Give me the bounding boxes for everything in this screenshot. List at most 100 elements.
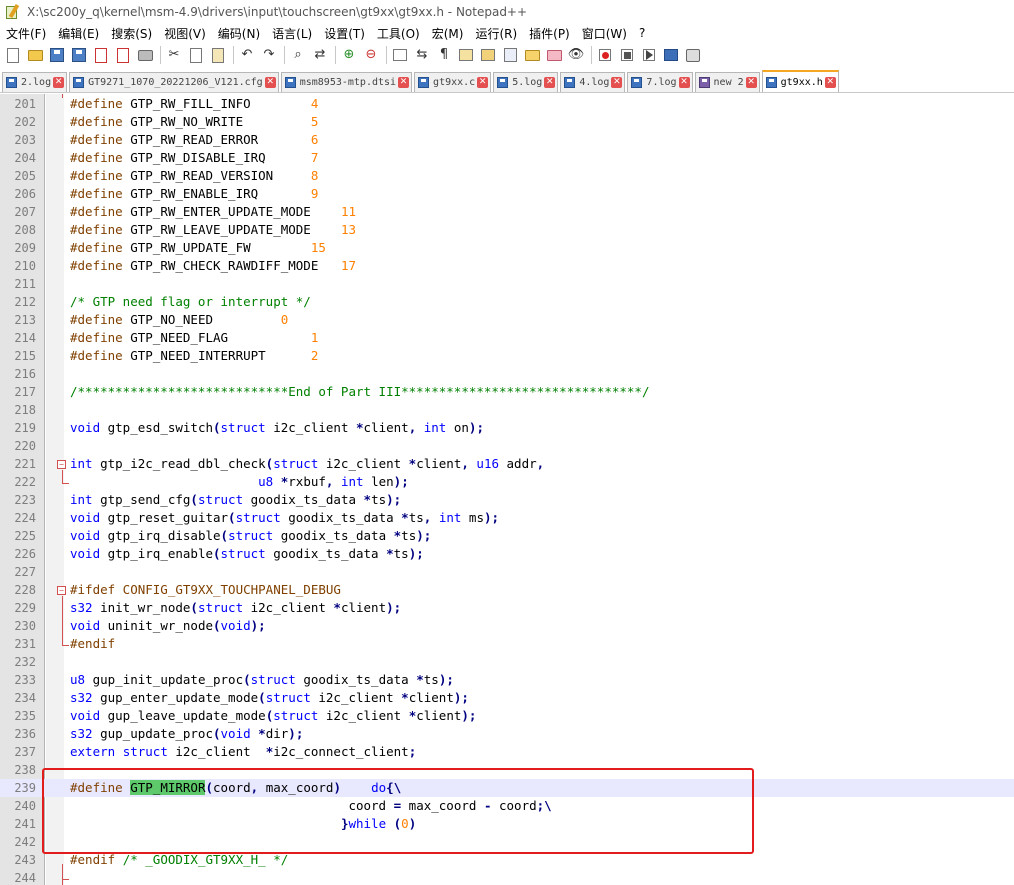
code-line[interactable]: 205 #define GTP_RW_READ_VERSION 8 (0, 167, 1014, 185)
new-file-icon[interactable] (4, 46, 22, 64)
paste-icon[interactable] (209, 46, 227, 64)
menu-macro[interactable]: 宏(M) (426, 25, 470, 42)
menu-file[interactable]: 文件(F) (0, 25, 52, 42)
menu-search[interactable]: 搜索(S) (105, 25, 158, 42)
redo-icon[interactable]: ↷ (260, 46, 278, 64)
code-line[interactable]: 244 (0, 869, 1014, 885)
code-line[interactable]: 214 #define GTP_NEED_FLAG 1 (0, 329, 1014, 347)
code-line[interactable]: 228 #ifdef CONFIG_GT9XX_TOUCHPANEL_DEBUG (0, 581, 1014, 599)
code-line[interactable]: 211 (0, 275, 1014, 293)
save-all-icon[interactable] (70, 46, 88, 64)
code-text[interactable]: /* GTP need flag or interrupt */ (70, 293, 311, 311)
code-line[interactable]: 208 #define GTP_RW_LEAVE_UPDATE_MODE 13 (0, 221, 1014, 239)
code-text[interactable]: #define GTP_RW_ENABLE_IRQ 9 (70, 185, 318, 203)
code-line[interactable]: 227 (0, 563, 1014, 581)
code-line[interactable]: 224 void gtp_reset_guitar(struct goodix_t… (0, 509, 1014, 527)
cut-icon[interactable]: ✂ (165, 46, 183, 64)
zoom-out-icon[interactable]: ⊖ (362, 46, 380, 64)
code-text[interactable]: #define GTP_RW_CHECK_RAWDIFF_MODE 17 (70, 257, 356, 275)
menu-tools[interactable]: 工具(O) (371, 25, 426, 42)
code-text[interactable]: #define GTP_RW_READ_VERSION 8 (70, 167, 318, 185)
menu-help[interactable]: ? (633, 26, 651, 40)
document-map-icon[interactable] (501, 46, 519, 64)
code-line[interactable]: 210 #define GTP_RW_CHECK_RAWDIFF_MODE 17 (0, 257, 1014, 275)
sync-vertical-icon[interactable] (391, 46, 409, 64)
code-line[interactable]: 236 s32 gup_update_proc(void *dir); (0, 725, 1014, 743)
code-editor[interactable]: − − 201 #define GTP_RW_FILL_INFO 4 202 #def… (0, 94, 1014, 885)
folder-workspace-icon[interactable] (523, 46, 541, 64)
code-line[interactable]: 237 extern struct i2c_client *i2c_connect… (0, 743, 1014, 761)
code-text[interactable]: void gtp_esd_switch(struct i2c_client *c… (70, 419, 484, 437)
tab-gt9271-cfg[interactable]: GT9271_1070_20221206_V121.cfg ✕ (69, 72, 279, 92)
open-file-icon[interactable] (26, 46, 44, 64)
copy-icon[interactable] (187, 46, 205, 64)
code-line[interactable]: 232 (0, 653, 1014, 671)
find-icon[interactable]: ⌕ (289, 46, 307, 64)
code-text[interactable]: #define GTP_NEED_INTERRUPT 2 (70, 347, 318, 365)
menu-language[interactable]: 语言(L) (266, 25, 318, 42)
code-text[interactable]: #ifdef CONFIG_GT9XX_TOUCHPANEL_DEBUG (70, 581, 341, 599)
code-line[interactable]: 229 s32 init_wr_node(struct i2c_client *c… (0, 599, 1014, 617)
code-text[interactable]: #endif (70, 635, 115, 653)
menu-encoding[interactable]: 编码(N) (212, 25, 266, 42)
replace-icon[interactable]: ⇄ (311, 46, 329, 64)
tab-7-log[interactable]: 7.log ✕ (627, 72, 693, 92)
close-icon[interactable]: ✕ (53, 77, 65, 88)
close-icon[interactable]: ✕ (745, 77, 757, 88)
code-text[interactable]: #define GTP_RW_NO_WRITE 5 (70, 113, 318, 131)
menu-view[interactable]: 视图(V) (158, 25, 212, 42)
code-line[interactable]: 202 #define GTP_RW_NO_WRITE 5 (0, 113, 1014, 131)
stop-recording-icon[interactable] (618, 46, 636, 64)
close-all-icon[interactable] (114, 46, 132, 64)
code-text[interactable]: void gtp_irq_disable(struct goodix_ts_da… (70, 527, 431, 545)
code-text[interactable]: #define GTP_RW_READ_ERROR 6 (70, 131, 318, 149)
close-icon[interactable] (92, 46, 110, 64)
code-line[interactable]: 222 u8 *rxbuf, int len); (0, 473, 1014, 491)
tab-msm8953-dtsi[interactable]: msm8953-mtp.dtsi ✕ (280, 72, 413, 92)
code-text[interactable]: u8 *rxbuf, int len); (70, 473, 409, 491)
close-icon[interactable]: ✕ (611, 77, 623, 88)
code-line[interactable]: 213 #define GTP_NO_NEED 0 (0, 311, 1014, 329)
menu-run[interactable]: 运行(R) (469, 25, 523, 42)
code-lines[interactable]: 201 #define GTP_RW_FILL_INFO 4 202 #define … (0, 95, 1014, 885)
code-line[interactable]: 218 (0, 401, 1014, 419)
close-icon[interactable]: ✕ (544, 77, 556, 88)
code-line[interactable]: 234 s32 gup_enter_update_mode(struct i2c_… (0, 689, 1014, 707)
code-line[interactable]: 221 int gtp_i2c_read_dbl_check(struct i2c… (0, 455, 1014, 473)
monitor-icon[interactable]: 👁 (567, 46, 585, 64)
tab-gt9xx-c[interactable]: gt9xx.c ✕ (414, 72, 492, 92)
save-macro-icon[interactable] (684, 46, 702, 64)
play-macro-icon[interactable] (640, 46, 658, 64)
function-list-icon[interactable] (479, 46, 497, 64)
save-icon[interactable] (48, 46, 66, 64)
close-icon[interactable]: ✕ (678, 77, 690, 88)
menu-edit[interactable]: 编辑(E) (52, 25, 105, 42)
menu-settings[interactable]: 设置(T) (318, 25, 371, 42)
code-text[interactable]: #define GTP_NEED_FLAG 1 (70, 329, 318, 347)
code-line[interactable]: 204 #define GTP_RW_DISABLE_IRQ 7 (0, 149, 1014, 167)
code-line[interactable]: 233 u8 gup_init_update_proc(struct goodix… (0, 671, 1014, 689)
code-text[interactable]: void gtp_reset_guitar(struct goodix_ts_d… (70, 509, 499, 527)
tab-2-log[interactable]: 2.log ✕ (2, 72, 68, 92)
code-line[interactable]: 235 void gup_leave_update_mode(struct i2c… (0, 707, 1014, 725)
tab-5-log[interactable]: 5.log ✕ (493, 72, 559, 92)
code-text[interactable]: s32 init_wr_node(struct i2c_client *clie… (70, 599, 401, 617)
code-text[interactable]: int gtp_send_cfg(struct goodix_ts_data *… (70, 491, 401, 509)
code-text[interactable]: #define GTP_NO_NEED 0 (70, 311, 288, 329)
close-icon[interactable]: ✕ (398, 77, 410, 88)
code-text[interactable]: #define GTP_RW_DISABLE_IRQ 7 (70, 149, 318, 167)
code-line[interactable]: 215 #define GTP_NEED_INTERRUPT 2 (0, 347, 1014, 365)
tab-4-log[interactable]: 4.log ✕ (560, 72, 626, 92)
code-text[interactable]: s32 gup_update_proc(void *dir); (70, 725, 303, 743)
code-line[interactable]: 207 #define GTP_RW_ENTER_UPDATE_MODE 11 (0, 203, 1014, 221)
code-line[interactable]: 219 void gtp_esd_switch(struct i2c_client… (0, 419, 1014, 437)
code-line[interactable]: 209 #define GTP_RW_UPDATE_FW 15 (0, 239, 1014, 257)
code-text[interactable]: #define GTP_RW_UPDATE_FW 15 (70, 239, 326, 257)
code-text[interactable]: /****************************End of Part… (70, 383, 649, 401)
code-text[interactable]: #define GTP_RW_ENTER_UPDATE_MODE 11 (70, 203, 356, 221)
code-line[interactable]: 201 #define GTP_RW_FILL_INFO 4 (0, 95, 1014, 113)
close-icon[interactable]: ✕ (477, 77, 489, 88)
code-text[interactable]: void uninit_wr_node(void); (70, 617, 266, 635)
code-line[interactable]: 231 #endif (0, 635, 1014, 653)
code-line[interactable]: 217 /****************************End of P… (0, 383, 1014, 401)
